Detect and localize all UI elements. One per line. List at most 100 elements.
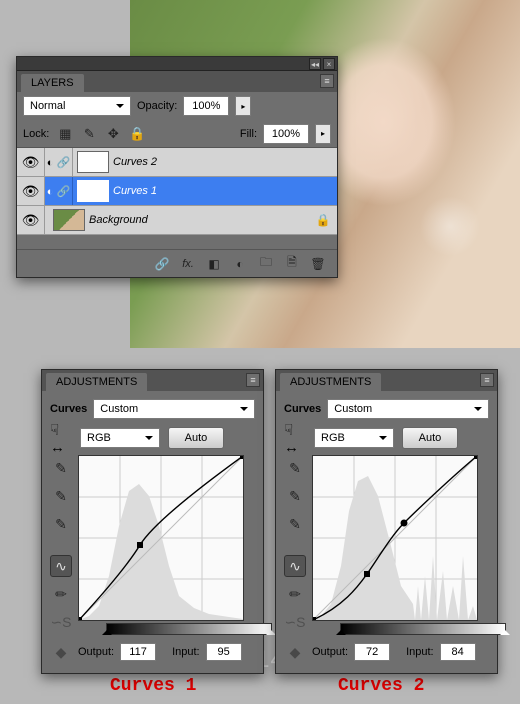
- channel-select[interactable]: RGB: [314, 428, 394, 448]
- lock-transparent-icon[interactable]: ▦: [55, 124, 75, 144]
- close-icon[interactable]: ×: [323, 58, 335, 70]
- layer-name[interactable]: Curves 1: [113, 185, 337, 197]
- black-eyedropper-icon[interactable]: ✎: [284, 457, 306, 479]
- adjustments-panel-1: ADJUSTMENTS ≡ Curves Custom ☟↔ RGB Auto …: [41, 369, 264, 674]
- visibility-toggle[interactable]: 👁: [17, 148, 45, 176]
- adjustment-type-label: Curves: [50, 403, 87, 415]
- opacity-value: 100%: [192, 100, 220, 112]
- layer-name[interactable]: Curves 2: [113, 156, 337, 168]
- panel-tabs: ADJUSTMENTS ≡: [276, 370, 497, 391]
- layers-footer: 🔗 fx. ◧ ◐ 🗀 🗎 🗑: [17, 249, 337, 277]
- white-eyedropper-icon[interactable]: ✎: [284, 513, 306, 535]
- opacity-flyout-icon[interactable]: ▸: [235, 96, 251, 116]
- fill-input[interactable]: 100%: [263, 124, 309, 144]
- channel-select[interactable]: RGB: [80, 428, 160, 448]
- tab-adjustments[interactable]: ADJUSTMENTS: [280, 373, 381, 391]
- lock-label: Lock:: [23, 128, 49, 140]
- tab-adjustments[interactable]: ADJUSTMENTS: [46, 373, 147, 391]
- input-input[interactable]: 95: [206, 643, 242, 661]
- layer-mask-icon[interactable]: ◧: [205, 255, 223, 273]
- fill-flyout-icon[interactable]: ▸: [315, 124, 331, 144]
- new-layer-icon[interactable]: 🗎: [283, 255, 301, 273]
- eye-icon: 👁: [22, 154, 40, 171]
- fill-label: Fill:: [240, 128, 257, 140]
- adjustment-icon: ◐ 🔗: [45, 177, 73, 205]
- output-input[interactable]: 72: [354, 643, 390, 661]
- curve-point-tool-icon[interactable]: ∿: [284, 555, 306, 577]
- adjustment-icon: ◐ 🔗: [45, 148, 73, 176]
- caption-curves1: Curves 1: [110, 676, 196, 696]
- blend-mode-value: Normal: [30, 100, 65, 112]
- auto-button[interactable]: Auto: [168, 427, 224, 449]
- input-label: Input:: [172, 646, 200, 658]
- input-label: Input:: [406, 646, 434, 658]
- lock-position-icon[interactable]: ✥: [103, 124, 123, 144]
- channel-value: RGB: [321, 432, 345, 444]
- panel-tabs: ADJUSTMENTS ≡: [42, 370, 263, 391]
- curve-pencil-tool-icon[interactable]: ✏: [50, 583, 72, 605]
- layer-mask-thumb[interactable]: [77, 180, 109, 202]
- lock-pixels-icon[interactable]: ✎: [79, 124, 99, 144]
- output-label: Output:: [78, 646, 114, 658]
- auto-button[interactable]: Auto: [402, 427, 458, 449]
- caption-curves2: Curves 2: [338, 676, 424, 696]
- lock-all-icon[interactable]: 🔒: [127, 124, 147, 144]
- input-input[interactable]: 84: [440, 643, 476, 661]
- tab-layers[interactable]: LAYERS: [21, 74, 84, 92]
- output-input[interactable]: 117: [120, 643, 156, 661]
- panel-menu-icon[interactable]: ≡: [320, 74, 334, 88]
- adjustments-panel-2: ADJUSTMENTS ≡ Curves Custom ☟↔ RGB Auto …: [275, 369, 498, 674]
- fill-value: 100%: [272, 128, 300, 140]
- delete-layer-icon[interactable]: 🗑: [309, 255, 327, 273]
- panel-titlebar: ◂◂ ×: [17, 57, 337, 71]
- preset-select[interactable]: Custom: [327, 399, 489, 419]
- visibility-toggle[interactable]: 👁: [17, 177, 45, 205]
- panel-menu-icon[interactable]: ≡: [480, 373, 494, 387]
- adjustment-type-label: Curves: [284, 403, 321, 415]
- smooth-curve-icon[interactable]: ∽S: [50, 611, 72, 633]
- adjustment-layer-icon[interactable]: ◐: [231, 255, 249, 273]
- panel-menu-icon[interactable]: ≡: [246, 373, 260, 387]
- channel-value: RGB: [87, 432, 111, 444]
- layer-thumb[interactable]: [53, 209, 85, 231]
- layer-row[interactable]: 👁 ◐ 🔗 Curves 1: [17, 177, 337, 206]
- output-label: Output:: [312, 646, 348, 658]
- collapse-icon[interactable]: ◂◂: [309, 58, 321, 70]
- group-icon[interactable]: 🗀: [257, 255, 275, 273]
- input-gradient[interactable]: [340, 623, 506, 635]
- opacity-label: Opacity:: [137, 100, 177, 112]
- layer-style-icon[interactable]: fx.: [179, 255, 197, 273]
- curve-tools: ✎ ✎ ✎ ∿ ✏ ∽S: [50, 455, 72, 635]
- layers-panel: ◂◂ × LAYERS ≡ Normal Opacity: 100% ▸ Loc…: [16, 56, 338, 278]
- targeted-adjust-icon[interactable]: ☟↔: [284, 427, 306, 449]
- link-layers-icon[interactable]: 🔗: [153, 255, 171, 273]
- curve-point-tool-icon[interactable]: ∿: [50, 555, 72, 577]
- white-eyedropper-icon[interactable]: ✎: [50, 513, 72, 535]
- eye-icon: 👁: [22, 212, 40, 229]
- layer-list: 👁 ◐ 🔗 Curves 2 👁 ◐ 🔗 Curves 1 👁 Backgrou…: [17, 148, 337, 249]
- layer-row[interactable]: 👁 Background 🔒: [17, 206, 337, 235]
- visibility-toggle[interactable]: 👁: [17, 206, 45, 234]
- clip-icon[interactable]: ◆: [284, 641, 306, 663]
- layer-mask-thumb[interactable]: [77, 151, 109, 173]
- gray-eyedropper-icon[interactable]: ✎: [284, 485, 306, 507]
- layer-name[interactable]: Background: [89, 214, 309, 226]
- smooth-curve-icon[interactable]: ∽S: [284, 611, 306, 633]
- black-eyedropper-icon[interactable]: ✎: [50, 457, 72, 479]
- panel-tabs: LAYERS ≡: [17, 71, 337, 92]
- curve-graph[interactable]: [312, 455, 478, 621]
- eye-icon: 👁: [22, 183, 40, 200]
- preset-value: Custom: [334, 403, 372, 415]
- curve-tools: ✎ ✎ ✎ ∿ ✏ ∽S: [284, 455, 306, 635]
- layer-row[interactable]: 👁 ◐ 🔗 Curves 2: [17, 148, 337, 177]
- input-gradient[interactable]: [106, 623, 272, 635]
- clip-icon[interactable]: ◆: [50, 641, 72, 663]
- targeted-adjust-icon[interactable]: ☟↔: [50, 427, 72, 449]
- opacity-input[interactable]: 100%: [183, 96, 229, 116]
- curve-graph[interactable]: [78, 455, 244, 621]
- gray-eyedropper-icon[interactable]: ✎: [50, 485, 72, 507]
- curve-pencil-tool-icon[interactable]: ✏: [284, 583, 306, 605]
- preset-select[interactable]: Custom: [93, 399, 255, 419]
- blend-mode-select[interactable]: Normal: [23, 96, 131, 116]
- lock-icon: 🔒: [309, 213, 337, 227]
